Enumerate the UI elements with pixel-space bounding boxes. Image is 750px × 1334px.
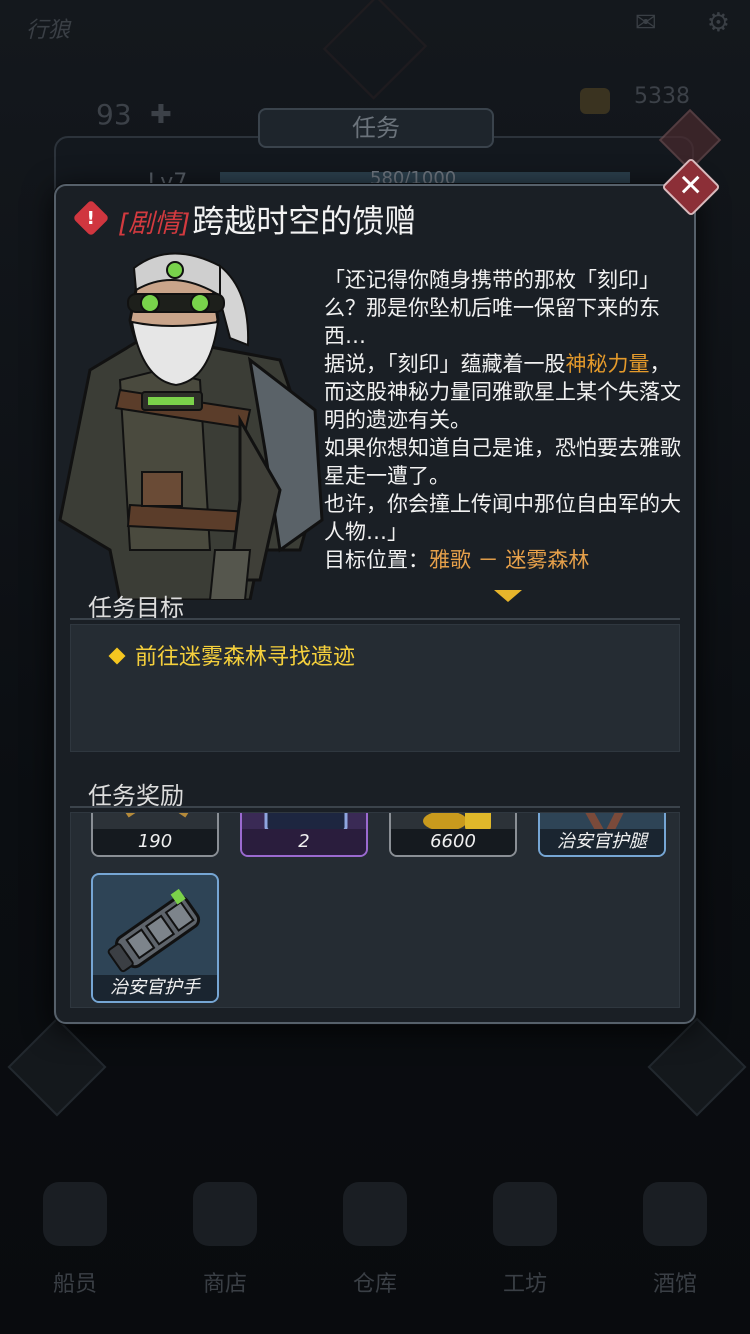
reward-item[interactable]: 6600 [389, 813, 517, 857]
quest-title-row: [剧情]跨越时空的馈赠 [118, 196, 416, 242]
gear-icon: ⚙ [706, 8, 730, 38]
story-paragraph: 「还记得你随身携带的那枚「刻印」么？那是你坠机后唯一保留下来的东西… [324, 268, 660, 348]
story-text: 「还记得你随身携带的那枚「刻印」么？那是你坠机后唯一保留下来的东西… 据说，「刻… [324, 266, 690, 574]
reward-divider [70, 806, 680, 808]
story-paragraph: 如果你想知道自己是谁，恐怕要去雅歌星走一遭了。 [324, 436, 681, 488]
objective-box: 前往迷雾森林寻找遗迹 [70, 624, 680, 752]
reward-item[interactable]: 190 [91, 813, 219, 857]
mail-icon: ✉ [634, 8, 657, 38]
bg-task-window-title: 任务 [258, 108, 494, 148]
quest-title: 跨越时空的馈赠 [192, 202, 417, 240]
objective-divider [70, 618, 680, 620]
bg-stat-left: 93 [96, 98, 132, 131]
quest-tag: [剧情] [118, 209, 191, 239]
warehouse-icon [343, 1182, 407, 1246]
bg-list-icon [647, 1017, 747, 1117]
bg-top-icons: ✉ ⚙ [635, 8, 730, 38]
bg-nav-workshop: 工坊 [470, 1182, 580, 1298]
objective-item: 前往迷雾森林寻找遗迹 [108, 639, 355, 671]
bg-coin-icon [580, 88, 610, 114]
story-paragraph: 也许，你会撞上传闻中那位自由军的大人物…」 [324, 492, 681, 544]
bg-nav-warehouse: 仓库 [320, 1182, 430, 1298]
bg-notes-icon [7, 1017, 107, 1117]
bg-bottom-nav: 船员 商店 仓库 工坊 酒馆 [0, 1160, 750, 1334]
crew-icon [43, 1182, 107, 1246]
diamond-icon [108, 647, 126, 665]
reward-item[interactable]: 2 [240, 813, 368, 857]
story-paragraph: 据说，「刻印」蕴藏着一股神秘力量，而这股神秘力量同雅歌星上某个失落文明的遗迹有关… [324, 352, 681, 432]
target-location: 目标位置：雅歌 － 迷雾森林 [324, 548, 590, 572]
target-location-value: 雅歌 － 迷雾森林 [429, 548, 590, 572]
shop-icon [193, 1182, 257, 1246]
character-portrait [58, 252, 324, 600]
highlight-text: 神秘力量 [565, 352, 650, 376]
reward-list: 190 2 6600 治安官护腿 治安官护手 [70, 812, 680, 1008]
bg-top-title: 行狼 [26, 18, 71, 43]
reward-item[interactable]: 治安官护腿 [538, 813, 666, 857]
bg-stat-right: 5338 [634, 84, 690, 109]
bg-emblem-icon [322, 0, 428, 100]
tavern-icon [643, 1182, 707, 1246]
bg-nav-shop: 商店 [170, 1182, 280, 1298]
close-icon: ✕ [678, 168, 704, 204]
scroll-down-icon[interactable] [494, 590, 522, 602]
bg-nav-tavern: 酒馆 [620, 1182, 730, 1298]
bg-nav-crew: 船员 [20, 1182, 130, 1298]
reward-item[interactable]: 治安官护手 [91, 873, 219, 1003]
bg-plus-icon: ✚ [150, 100, 172, 130]
workshop-icon [493, 1182, 557, 1246]
gauntlet-icon [107, 888, 201, 973]
